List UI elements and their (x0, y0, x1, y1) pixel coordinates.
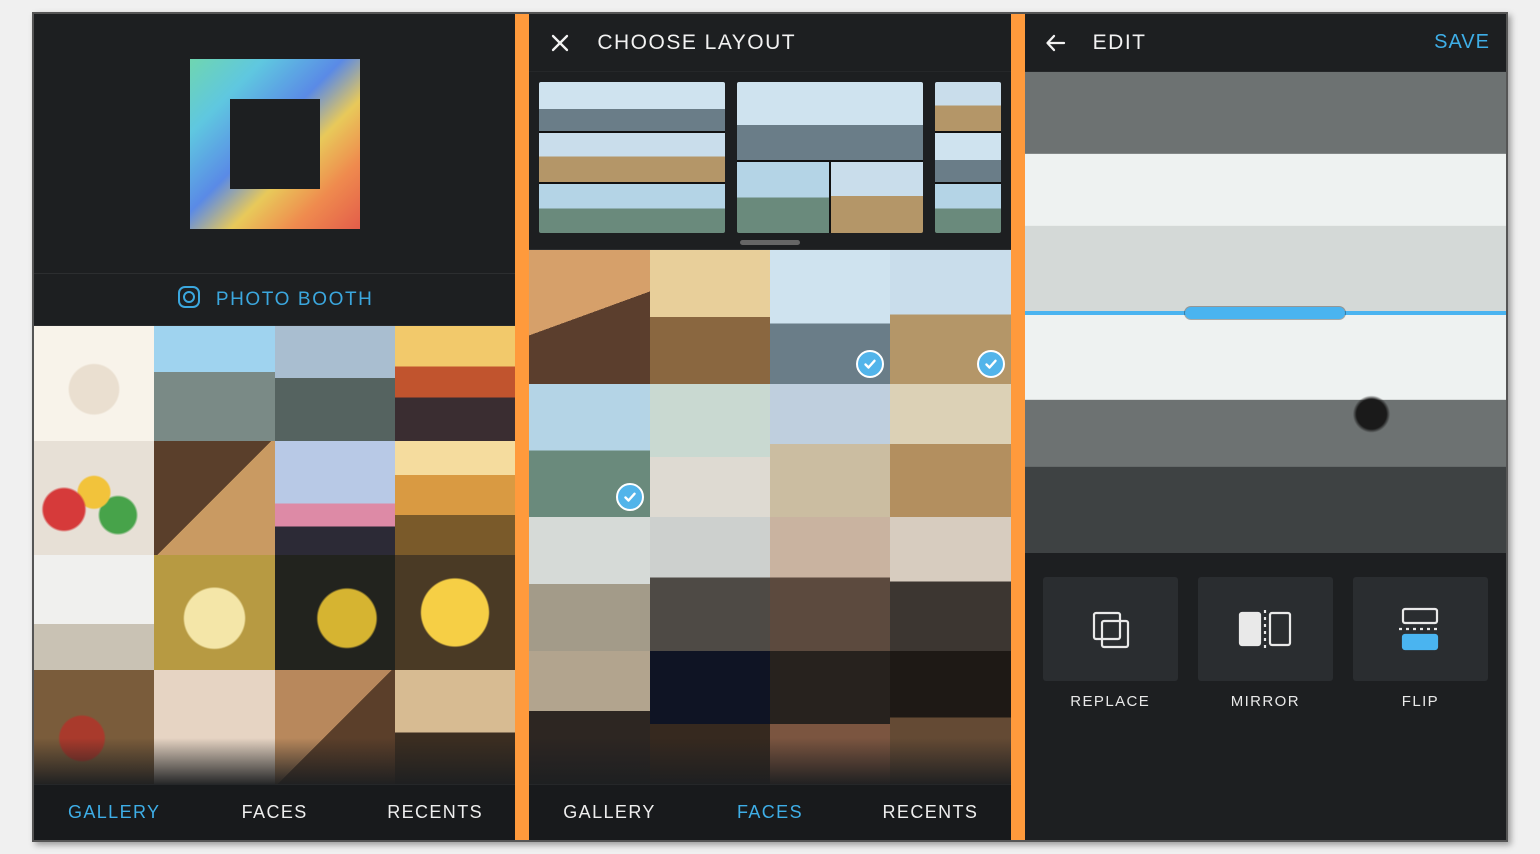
layout-options-carousel[interactable] (529, 72, 1010, 250)
tab-recents[interactable]: RECENTS (355, 802, 515, 823)
tab-faces[interactable]: FACES (194, 802, 354, 823)
gallery-thumb[interactable] (154, 326, 274, 441)
faces-thumb[interactable] (890, 250, 1010, 384)
home-tabs: GALLERY FACES RECENTS (34, 784, 515, 840)
tab-recents[interactable]: RECENTS (850, 802, 1010, 823)
layout-option[interactable] (935, 82, 1001, 233)
selected-check-icon (856, 350, 884, 378)
triptych-frame: PHOTO BOOTH GALLERY FACES RECENTS CHOOSE… (32, 12, 1508, 842)
gallery-grid (34, 326, 515, 784)
back-icon[interactable] (1041, 28, 1071, 58)
flip-button[interactable] (1353, 577, 1488, 681)
app-logo-area (34, 14, 515, 274)
edit-header: EDIT SAVE (1025, 14, 1506, 72)
tab-gallery[interactable]: GALLERY (529, 802, 689, 823)
screen-choose-layout: CHOOSE LAYOUT GALLERY FACES R (529, 14, 1010, 840)
faces-thumb[interactable] (770, 517, 890, 651)
gallery-thumb[interactable] (34, 670, 154, 785)
faces-thumb[interactable] (770, 250, 890, 384)
gallery-thumb[interactable] (275, 670, 395, 785)
faces-thumb[interactable] (650, 517, 770, 651)
choose-tabs: GALLERY FACES RECENTS (529, 784, 1010, 840)
gallery-thumb[interactable] (34, 555, 154, 670)
gallery-thumb[interactable] (154, 670, 274, 785)
edit-canvas[interactable] (1025, 72, 1506, 553)
layout-option[interactable] (539, 82, 725, 233)
gallery-thumb[interactable] (395, 670, 515, 785)
faces-thumb[interactable] (529, 250, 649, 384)
faces-thumb[interactable] (529, 517, 649, 651)
photo-booth-label: PHOTO BOOTH (216, 289, 374, 311)
close-icon[interactable] (545, 28, 575, 58)
layout-pane-top[interactable] (1025, 72, 1506, 313)
screen-home: PHOTO BOOTH GALLERY FACES RECENTS (34, 14, 515, 840)
gallery-thumb[interactable] (395, 441, 515, 556)
replace-label: REPLACE (1043, 693, 1178, 710)
tab-gallery[interactable]: GALLERY (34, 802, 194, 823)
gallery-thumb[interactable] (34, 326, 154, 441)
screen-edit: EDIT SAVE (1025, 14, 1506, 840)
gallery-thumb[interactable] (275, 441, 395, 556)
faces-thumb[interactable] (770, 651, 890, 785)
edit-tools: REPLACE MIRROR FLIP (1025, 553, 1506, 840)
layout-option[interactable] (737, 82, 923, 233)
choose-layout-title: CHOOSE LAYOUT (597, 31, 796, 55)
save-button[interactable]: SAVE (1434, 31, 1490, 54)
faces-thumb[interactable] (890, 517, 1010, 651)
gallery-thumb[interactable] (275, 555, 395, 670)
choose-layout-header: CHOOSE LAYOUT (529, 14, 1010, 72)
gallery-thumb[interactable] (395, 326, 515, 441)
layout-pane-bottom[interactable] (1025, 313, 1506, 554)
flip-label: FLIP (1353, 693, 1488, 710)
faces-thumb[interactable] (890, 651, 1010, 785)
gallery-thumb[interactable] (154, 555, 274, 670)
photo-booth-button[interactable]: PHOTO BOOTH (34, 274, 515, 326)
edit-title: EDIT (1093, 31, 1147, 55)
gallery-thumb[interactable] (154, 441, 274, 556)
faces-thumb[interactable] (529, 651, 649, 785)
faces-thumb[interactable] (770, 384, 890, 518)
mirror-button[interactable] (1198, 577, 1333, 681)
selected-check-icon (977, 350, 1005, 378)
faces-thumb[interactable] (890, 384, 1010, 518)
faces-thumb[interactable] (650, 651, 770, 785)
carousel-handle-icon[interactable] (740, 240, 800, 245)
faces-thumb[interactable] (529, 384, 649, 518)
tab-faces[interactable]: FACES (690, 802, 850, 823)
gallery-thumb[interactable] (34, 441, 154, 556)
layout-app-logo-icon (186, 55, 364, 233)
selected-check-icon (616, 483, 644, 511)
gallery-thumb[interactable] (275, 326, 395, 441)
faces-thumb[interactable] (650, 250, 770, 384)
faces-thumb[interactable] (650, 384, 770, 518)
gallery-thumb[interactable] (395, 555, 515, 670)
mirror-label: MIRROR (1198, 693, 1333, 710)
faces-grid (529, 250, 1010, 784)
replace-button[interactable] (1043, 577, 1178, 681)
camera-icon (176, 284, 202, 316)
